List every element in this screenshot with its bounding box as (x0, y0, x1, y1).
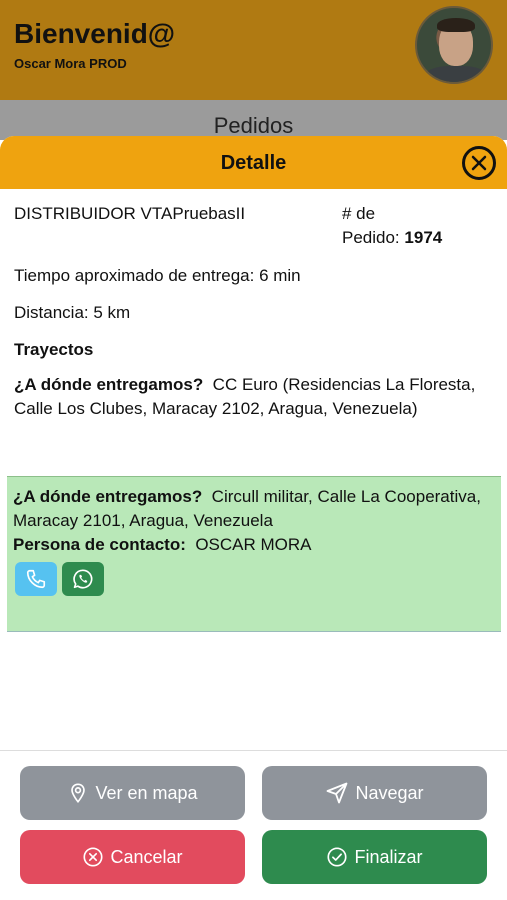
distributor-name: DISTRIBUIDOR VTAPruebasII (14, 204, 246, 223)
detail-sheet: Detalle DISTRIBUIDOR VTAPruebasII # de P… (0, 136, 507, 900)
phone-icon (26, 569, 46, 589)
avatar[interactable] (415, 6, 493, 84)
navigate-label: Navegar (355, 782, 424, 803)
footer-divider (0, 750, 507, 751)
welcome-title: Bienvenid@ (14, 18, 176, 49)
order-number-value: 1974 (404, 228, 443, 247)
close-icon (471, 155, 487, 171)
route-stop-1: ¿A dónde entregamos? CC Euro (Residencia… (14, 373, 494, 421)
order-number: # de Pedido: 1974 (342, 202, 492, 250)
user-name: Oscar Mora PROD (14, 56, 127, 71)
view-map-button[interactable]: Ver en mapa (20, 766, 245, 820)
map-pin-icon (71, 783, 86, 804)
cancel-button[interactable]: Cancelar (20, 830, 245, 884)
contact-name: OSCAR MORA (195, 535, 312, 554)
app-header: Bienvenid@ Oscar Mora PROD (0, 0, 507, 100)
delivery-eta: Tiempo aproximado de entrega: 6 min (14, 266, 301, 285)
send-icon (327, 782, 348, 804)
whatsapp-button[interactable] (62, 562, 104, 596)
avatar-hair (437, 18, 475, 32)
route-stop-2: ¿A dónde entregamos? Circull militar, Ca… (7, 476, 501, 632)
cancel-circle-icon (83, 847, 104, 867)
check-circle-icon (327, 847, 348, 867)
whatsapp-icon (73, 569, 93, 589)
navigate-button[interactable]: Navegar (262, 766, 487, 820)
stop-2-destination: ¿A dónde entregamos? Circull militar, Ca… (13, 485, 493, 533)
call-button[interactable] (15, 562, 57, 596)
order-label-2: Pedido: (342, 228, 400, 247)
stop-1-question: ¿A dónde entregamos? (14, 375, 204, 394)
view-map-label: Ver en mapa (95, 782, 198, 803)
routes-heading: Trayectos (14, 340, 94, 359)
detail-title: Detalle (220, 152, 287, 174)
stop-2-contact: Persona de contacto: OSCAR MORA (13, 533, 493, 557)
finish-label: Finalizar (354, 846, 423, 867)
background-overlay: Pedidos (0, 100, 507, 140)
cancel-label: Cancelar (110, 846, 183, 867)
avatar-shirt (423, 66, 489, 82)
contact-label: Persona de contacto: (13, 535, 186, 554)
delivery-distance: Distancia: 5 km (14, 303, 131, 322)
order-label-1: # de (342, 204, 376, 223)
detail-header: Detalle (0, 136, 507, 189)
close-button[interactable] (462, 146, 496, 180)
stop-2-question: ¿A dónde entregamos? (13, 487, 203, 506)
finish-button[interactable]: Finalizar (262, 830, 487, 884)
